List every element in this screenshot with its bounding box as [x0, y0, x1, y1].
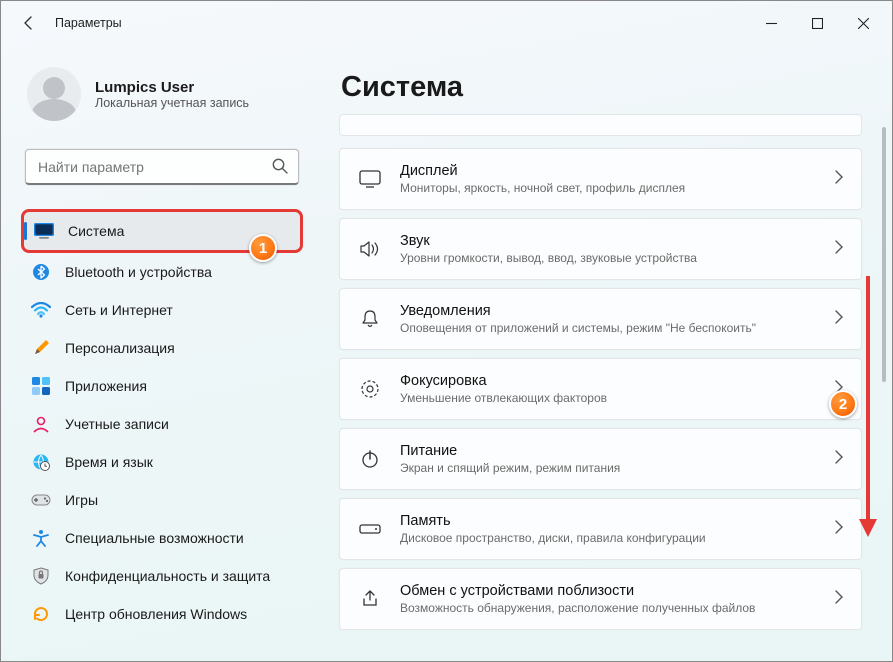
- arrow-left-icon: [21, 15, 37, 31]
- card-title: Уведомления: [400, 303, 817, 319]
- annotation-badge-1: 1: [249, 234, 277, 262]
- card-sub: Уменьшение отвлекающих факторов: [400, 391, 817, 405]
- sidebar-item-label: Специальные возможности: [65, 530, 244, 546]
- sidebar-item-label: Центр обновления Windows: [65, 606, 247, 622]
- update-icon: [31, 604, 51, 624]
- card-sound[interactable]: Звук Уровни громкости, вывод, ввод, звук…: [339, 218, 862, 280]
- sidebar-item-label: Время и язык: [65, 454, 153, 470]
- chevron-right-icon: [835, 520, 843, 539]
- card-title: Питание: [400, 443, 817, 459]
- apps-icon: [31, 376, 51, 396]
- card-title: Фокусировка: [400, 373, 817, 389]
- sidebar-item-label: Учетные записи: [65, 416, 169, 432]
- focus-icon: [358, 379, 382, 399]
- card-nearby-sharing[interactable]: Обмен с устройствами поблизости Возможно…: [339, 568, 862, 630]
- annotation-arrow: [856, 271, 880, 541]
- close-icon: [858, 18, 869, 29]
- titlebar: Параметры: [1, 1, 892, 45]
- sidebar-item-label: Сеть и Интернет: [65, 302, 173, 318]
- sidebar-item-label: Персонализация: [65, 340, 175, 356]
- search-input[interactable]: [25, 149, 299, 185]
- avatar: [27, 67, 81, 121]
- accessibility-icon: [31, 528, 51, 548]
- sidebar-item-label: Игры: [65, 492, 98, 508]
- card-power[interactable]: Питание Экран и спящий режим, режим пита…: [339, 428, 862, 490]
- sidebar-item-label: Конфиденциальность и защита: [65, 568, 270, 584]
- display-icon: [358, 170, 382, 188]
- card-display[interactable]: Дисплей Мониторы, яркость, ночной свет, …: [339, 148, 862, 210]
- chevron-right-icon: [835, 590, 843, 609]
- card-sub: Дисковое пространство, диски, правила ко…: [400, 531, 817, 545]
- search-icon: [271, 157, 289, 180]
- maximize-icon: [812, 18, 823, 29]
- sidebar-item-label: Система: [68, 223, 124, 239]
- card-storage[interactable]: Память Дисковое пространство, диски, пра…: [339, 498, 862, 560]
- card-title: Звук: [400, 233, 817, 249]
- card-partial-top[interactable]: [339, 114, 862, 136]
- sidebar-item-accounts[interactable]: Учетные записи: [21, 405, 303, 443]
- nav-list: Система Bluetooth и устройства Сеть и Ин…: [21, 209, 303, 633]
- sidebar-item-label: Bluetooth и устройства: [65, 264, 212, 280]
- scrollbar-thumb[interactable]: [882, 127, 886, 382]
- close-button[interactable]: [840, 7, 886, 39]
- maximize-button[interactable]: [794, 7, 840, 39]
- storage-icon: [358, 522, 382, 536]
- search-wrap: [25, 149, 299, 185]
- window-title: Параметры: [55, 16, 122, 30]
- bluetooth-icon: [31, 262, 51, 282]
- page-title: Система: [341, 71, 862, 104]
- card-title: Обмен с устройствами поблизости: [400, 583, 817, 599]
- account-type: Локальная учетная запись: [95, 96, 249, 110]
- person-icon: [31, 414, 51, 434]
- sidebar-item-gaming[interactable]: Игры: [21, 481, 303, 519]
- chevron-right-icon: [835, 170, 843, 189]
- card-focus[interactable]: Фокусировка Уменьшение отвлекающих факто…: [339, 358, 862, 420]
- chevron-right-icon: [835, 310, 843, 329]
- back-button[interactable]: [13, 7, 45, 39]
- card-sub: Экран и спящий режим, режим питания: [400, 461, 817, 475]
- minimize-button[interactable]: [748, 7, 794, 39]
- account-block[interactable]: Lumpics User Локальная учетная запись: [21, 45, 303, 135]
- power-icon: [358, 449, 382, 469]
- sidebar-item-network[interactable]: Сеть и Интернет: [21, 291, 303, 329]
- wifi-icon: [31, 300, 51, 320]
- sidebar: Lumpics User Локальная учетная запись Си…: [1, 45, 313, 661]
- shield-icon: [31, 566, 51, 586]
- card-notifications[interactable]: Уведомления Оповещения от приложений и с…: [339, 288, 862, 350]
- main-panel: Система Дисплей Мониторы, яркость, ночно…: [313, 45, 892, 661]
- gamepad-icon: [31, 490, 51, 510]
- sidebar-item-accessibility[interactable]: Специальные возможности: [21, 519, 303, 557]
- window-controls: [748, 7, 886, 39]
- minimize-icon: [766, 18, 777, 29]
- chevron-right-icon: [835, 450, 843, 469]
- sound-icon: [358, 240, 382, 258]
- sidebar-item-personalization[interactable]: Персонализация: [21, 329, 303, 367]
- chevron-right-icon: [835, 240, 843, 259]
- card-sub: Мониторы, яркость, ночной свет, профиль …: [400, 181, 817, 195]
- card-sub: Возможность обнаружения, расположение по…: [400, 601, 817, 615]
- card-sub: Уровни громкости, вывод, ввод, звуковые …: [400, 251, 817, 265]
- account-name: Lumpics User: [95, 79, 249, 96]
- card-title: Память: [400, 513, 817, 529]
- clock-globe-icon: [31, 452, 51, 472]
- bell-icon: [358, 309, 382, 329]
- share-icon: [358, 589, 382, 609]
- system-icon: [34, 221, 54, 241]
- sidebar-item-time[interactable]: Время и язык: [21, 443, 303, 481]
- sidebar-item-label: Приложения: [65, 378, 147, 394]
- card-sub: Оповещения от приложений и системы, режи…: [400, 321, 817, 335]
- card-title: Дисплей: [400, 163, 817, 179]
- annotation-badge-2: 2: [829, 390, 857, 418]
- sidebar-item-privacy[interactable]: Конфиденциальность и защита: [21, 557, 303, 595]
- brush-icon: [31, 338, 51, 358]
- sidebar-item-apps[interactable]: Приложения: [21, 367, 303, 405]
- sidebar-item-update[interactable]: Центр обновления Windows: [21, 595, 303, 633]
